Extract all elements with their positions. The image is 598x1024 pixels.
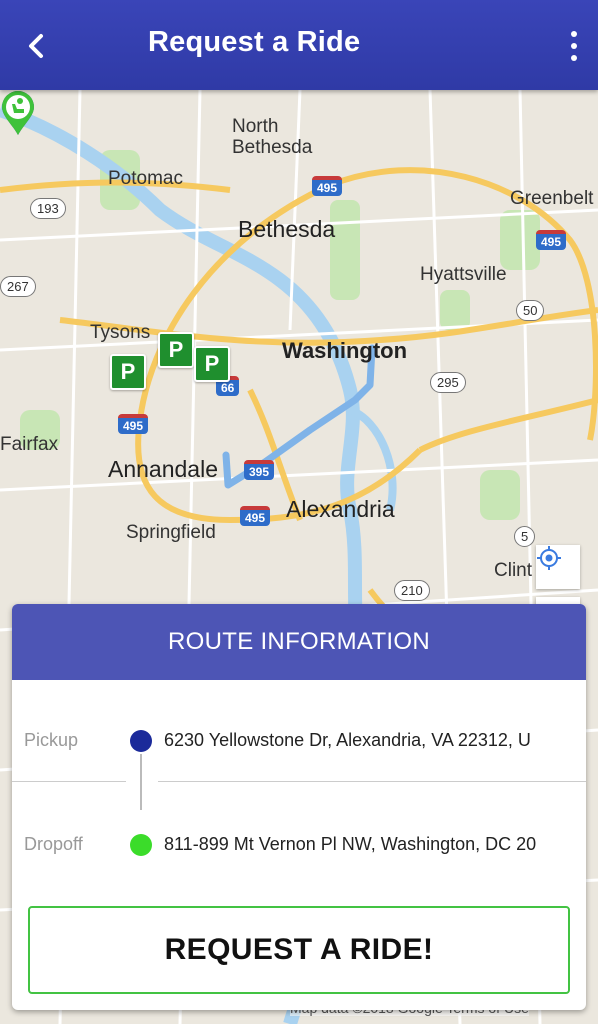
route-connector bbox=[140, 754, 142, 810]
dropoff-dot-icon bbox=[130, 834, 152, 856]
back-button[interactable] bbox=[18, 26, 54, 66]
dropoff-address[interactable]: 811-899 Mt Vernon Pl NW, Washington, DC … bbox=[164, 834, 564, 855]
dropoff-row[interactable]: Dropoff 811-899 Mt Vernon Pl NW, Washing… bbox=[12, 820, 586, 870]
more-vert-icon bbox=[571, 31, 577, 37]
page-title: Request a Ride bbox=[148, 26, 361, 58]
request-ride-button[interactable]: REQUEST A RIDE! bbox=[28, 906, 570, 994]
parking-marker[interactable]: P bbox=[158, 332, 194, 368]
place-hyattsville: Hyattsville bbox=[420, 264, 507, 285]
route-marker: 267 bbox=[0, 276, 36, 297]
place-clinton: Clint bbox=[494, 560, 533, 581]
place-bethesda: Bethesda bbox=[238, 216, 336, 242]
place-alexandria: Alexandria bbox=[286, 496, 395, 522]
pickup-pin-icon[interactable] bbox=[0, 90, 36, 136]
crosshair-icon bbox=[537, 546, 561, 570]
overflow-menu-button[interactable] bbox=[564, 26, 584, 66]
pickup-dot-icon bbox=[130, 730, 152, 752]
parking-marker[interactable]: P bbox=[194, 346, 230, 382]
pickup-row[interactable]: Pickup 6230 Yellowstone Dr, Alexandria, … bbox=[12, 716, 586, 766]
highway-shield: 495 bbox=[240, 506, 271, 526]
route-marker: 193 bbox=[30, 198, 66, 219]
route-marker: 295 bbox=[430, 372, 466, 393]
highway-shield: 495 bbox=[118, 414, 149, 434]
route-marker: 210 bbox=[394, 580, 430, 601]
my-location-button[interactable] bbox=[536, 545, 580, 589]
app-header: Request a Ride bbox=[0, 0, 598, 90]
place-fairfax: Fairfax bbox=[0, 434, 59, 455]
place-north-bethesda: North Bethesda bbox=[232, 116, 313, 158]
route-info-card: ROUTE INFORMATION Pickup 6230 Yellowston… bbox=[12, 604, 586, 1010]
route-marker: 50 bbox=[516, 300, 545, 321]
parking-marker[interactable]: P bbox=[110, 354, 146, 390]
place-greenbelt: Greenbelt bbox=[510, 188, 594, 209]
pickup-label: Pickup bbox=[24, 730, 79, 750]
highway-shield: 495 bbox=[312, 176, 343, 196]
place-annandale: Annandale bbox=[108, 456, 218, 482]
dropoff-label: Dropoff bbox=[24, 834, 83, 854]
divider bbox=[158, 781, 586, 782]
highway-shield: 495 bbox=[536, 230, 567, 250]
place-springfield: Springfield bbox=[126, 522, 216, 543]
place-washington: Washington bbox=[282, 338, 408, 363]
chevron-left-icon bbox=[29, 34, 43, 58]
place-tysons: Tysons bbox=[90, 322, 151, 343]
place-potomac: Potomac bbox=[108, 168, 183, 189]
route-info-heading: ROUTE INFORMATION bbox=[12, 604, 586, 680]
divider bbox=[12, 781, 126, 782]
highway-shield: 395 bbox=[244, 460, 275, 480]
pickup-address[interactable]: 6230 Yellowstone Dr, Alexandria, VA 2231… bbox=[164, 730, 564, 751]
